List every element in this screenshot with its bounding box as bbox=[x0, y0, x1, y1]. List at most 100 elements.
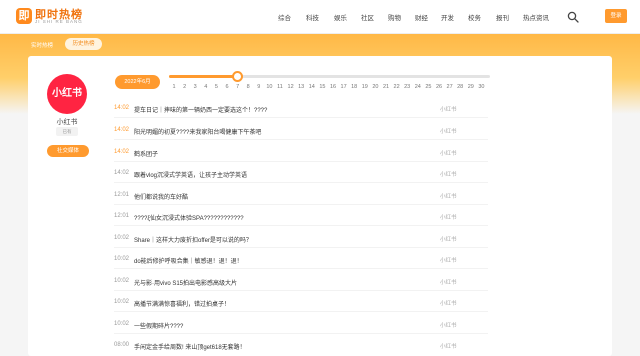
entry-time: 08:00 bbox=[114, 342, 130, 348]
day-tick-7[interactable]: 7 bbox=[233, 84, 243, 90]
row-divider bbox=[114, 182, 488, 183]
entry-source: 小红书 bbox=[440, 301, 457, 307]
row-divider bbox=[114, 311, 488, 312]
day-tick-3[interactable]: 3 bbox=[190, 84, 200, 90]
nav-item-dev[interactable]: 开发 bbox=[441, 12, 454, 22]
list-item[interactable]: 10:02 一些假期碎片???? 小红书 bbox=[114, 321, 488, 341]
list-item[interactable]: 08:00 手闲定金手给周数! 来山顶get618无套路！ 小红书 bbox=[114, 342, 488, 356]
entry-time: 10:02 bbox=[114, 299, 130, 305]
day-tick-24[interactable]: 24 bbox=[413, 84, 423, 90]
entry-source: 小红书 bbox=[440, 129, 457, 135]
row-divider bbox=[114, 204, 488, 205]
day-tick-22[interactable]: 22 bbox=[392, 84, 402, 90]
entry-time: 12:01 bbox=[114, 192, 130, 198]
entry-time: 10:02 bbox=[114, 321, 130, 327]
day-tick-18[interactable]: 18 bbox=[349, 84, 359, 90]
entry-title[interactable]: 一些假期碎片???? bbox=[134, 321, 183, 330]
day-tick-19[interactable]: 19 bbox=[360, 84, 370, 90]
login-button[interactable]: 登录 bbox=[605, 9, 627, 23]
nav-item-tech[interactable]: 科技 bbox=[306, 12, 319, 22]
entry-time: 10:02 bbox=[114, 235, 130, 241]
row-divider bbox=[114, 161, 488, 162]
entry-title[interactable]: Share｜这样大力废折扣offer是可以说的吗？ bbox=[134, 235, 252, 244]
list-item[interactable]: 12:01 ????ξ仙女沉浸式体验SPA???????????? 小红书 bbox=[114, 213, 488, 233]
entry-title[interactable]: ????ξ仙女沉浸式体验SPA???????????? bbox=[134, 213, 244, 222]
entry-time: 10:02 bbox=[114, 256, 130, 262]
entry-title[interactable]: 提车日记｜摔味的第一辆奶西一定要选这个！???? bbox=[134, 105, 267, 114]
nav-item-school[interactable]: 校务 bbox=[468, 12, 481, 22]
list-item[interactable]: 14:02 阳光明媚的初夏????来我家阳台喝健康下午茶吧 小红书 bbox=[114, 127, 488, 147]
entry-title[interactable]: 光与影·用vivo S15拍出电影感高级大片 bbox=[134, 278, 237, 287]
row-divider bbox=[114, 225, 488, 226]
entry-title[interactable]: 高播节满满惊喜福利，错过拍桌子！ bbox=[134, 299, 230, 308]
day-tick-17[interactable]: 17 bbox=[339, 84, 349, 90]
day-tick-1[interactable]: 1 bbox=[169, 84, 179, 90]
day-tick-15[interactable]: 15 bbox=[317, 84, 327, 90]
day-slider-fill bbox=[169, 75, 238, 78]
list-item[interactable]: 10:02 光与影·用vivo S15拍出电影感高级大片 小红书 bbox=[114, 278, 488, 298]
row-divider bbox=[114, 117, 488, 118]
category-button[interactable]: 社交媒体 bbox=[47, 145, 89, 157]
entry-title[interactable]: 跟着vlog沉浸式学英语，让孩子主动学英语 bbox=[134, 170, 247, 179]
entry-title[interactable]: 他们都说我的车好酷 bbox=[134, 192, 188, 201]
day-tick-26[interactable]: 26 bbox=[434, 84, 444, 90]
list-item[interactable]: 14:02 鹤系团子 小红书 bbox=[114, 149, 488, 169]
entry-title[interactable]: 鹤系团子 bbox=[134, 149, 158, 158]
day-tick-23[interactable]: 23 bbox=[402, 84, 412, 90]
day-tick-9[interactable]: 9 bbox=[254, 84, 264, 90]
entry-time: 12:01 bbox=[114, 213, 130, 219]
entry-title[interactable]: do能后修护呼吸合集｜敏感退！退！退！ bbox=[134, 256, 243, 265]
list-item[interactable]: 10:02 高播节满满惊喜福利，错过拍桌子！ 小红书 bbox=[114, 299, 488, 319]
profile-name: 小红书 bbox=[56, 119, 78, 126]
row-divider bbox=[114, 333, 488, 334]
entry-title[interactable]: 阳光明媚的初夏????来我家阳台喝健康下午茶吧 bbox=[134, 127, 261, 136]
day-tick-14[interactable]: 14 bbox=[307, 84, 317, 90]
list-item[interactable]: 14:02 提车日记｜摔味的第一辆奶西一定要选这个！???? 小红书 bbox=[114, 105, 488, 125]
month-selector[interactable]: 2022年6月 bbox=[115, 75, 160, 89]
nav-item-hot-news[interactable]: 热点资讯 bbox=[523, 12, 549, 22]
top-navigation-bar: 即 即时热榜 JI SHI RE BANG 综合 科技 娱乐 社区 购物 财经 … bbox=[0, 0, 640, 34]
day-tick-12[interactable]: 12 bbox=[286, 84, 296, 90]
entry-source: 小红书 bbox=[440, 151, 457, 157]
entry-source: 小红书 bbox=[440, 215, 457, 221]
day-tick-20[interactable]: 20 bbox=[370, 84, 380, 90]
breadcrumb-home[interactable]: 实时热榜 bbox=[31, 41, 53, 49]
day-tick-10[interactable]: 10 bbox=[264, 84, 274, 90]
entry-time: 14:02 bbox=[114, 105, 130, 111]
row-divider bbox=[114, 247, 488, 248]
nav-item-ent[interactable]: 娱乐 bbox=[334, 12, 347, 22]
day-tick-8[interactable]: 8 bbox=[243, 84, 253, 90]
list-item[interactable]: 12:01 他们都说我的车好酷 小红书 bbox=[114, 192, 488, 212]
nav-item-finance[interactable]: 财经 bbox=[415, 12, 428, 22]
list-item[interactable]: 10:02 do能后修护呼吸合集｜敏感退！退！退！ 小红书 bbox=[114, 256, 488, 276]
day-tick-13[interactable]: 13 bbox=[296, 84, 306, 90]
day-tick-2[interactable]: 2 bbox=[180, 84, 190, 90]
day-tick-27[interactable]: 27 bbox=[445, 84, 455, 90]
day-tick-5[interactable]: 5 bbox=[211, 84, 221, 90]
day-tick-29[interactable]: 29 bbox=[466, 84, 476, 90]
entry-source: 小红书 bbox=[440, 258, 457, 264]
day-tick-28[interactable]: 28 bbox=[455, 84, 465, 90]
day-tick-6[interactable]: 6 bbox=[222, 84, 232, 90]
day-tick-4[interactable]: 4 bbox=[201, 84, 211, 90]
row-divider bbox=[114, 290, 488, 291]
nav-item-shopping[interactable]: 购物 bbox=[388, 12, 401, 22]
nav-item-press[interactable]: 报刊 bbox=[496, 12, 509, 22]
profile-badge: 已有 bbox=[56, 127, 78, 136]
day-tick-11[interactable]: 11 bbox=[275, 84, 285, 90]
day-tick-16[interactable]: 16 bbox=[328, 84, 338, 90]
breadcrumb-current[interactable]: 历史热榜 bbox=[65, 38, 102, 50]
entry-source: 小红书 bbox=[440, 323, 457, 329]
entry-source: 小红书 bbox=[440, 280, 457, 286]
nav-item-community[interactable]: 社区 bbox=[361, 12, 374, 22]
day-tick-30[interactable]: 30 bbox=[476, 84, 486, 90]
nav-item-zonghe[interactable]: 综合 bbox=[278, 12, 291, 22]
day-tick-25[interactable]: 25 bbox=[423, 84, 433, 90]
list-item[interactable]: 10:02 Share｜这样大力废折扣offer是可以说的吗？ 小红书 bbox=[114, 235, 488, 255]
list-item[interactable]: 14:02 跟着vlog沉浸式学英语，让孩子主动学英语 小红书 bbox=[114, 170, 488, 190]
search-icon[interactable] bbox=[567, 11, 579, 23]
day-tick-21[interactable]: 21 bbox=[381, 84, 391, 90]
entry-title[interactable]: 手闲定金手给周数! 来山顶get618无套路！ bbox=[134, 342, 246, 351]
entry-source: 小红书 bbox=[440, 172, 457, 178]
entry-time: 14:02 bbox=[114, 170, 130, 176]
